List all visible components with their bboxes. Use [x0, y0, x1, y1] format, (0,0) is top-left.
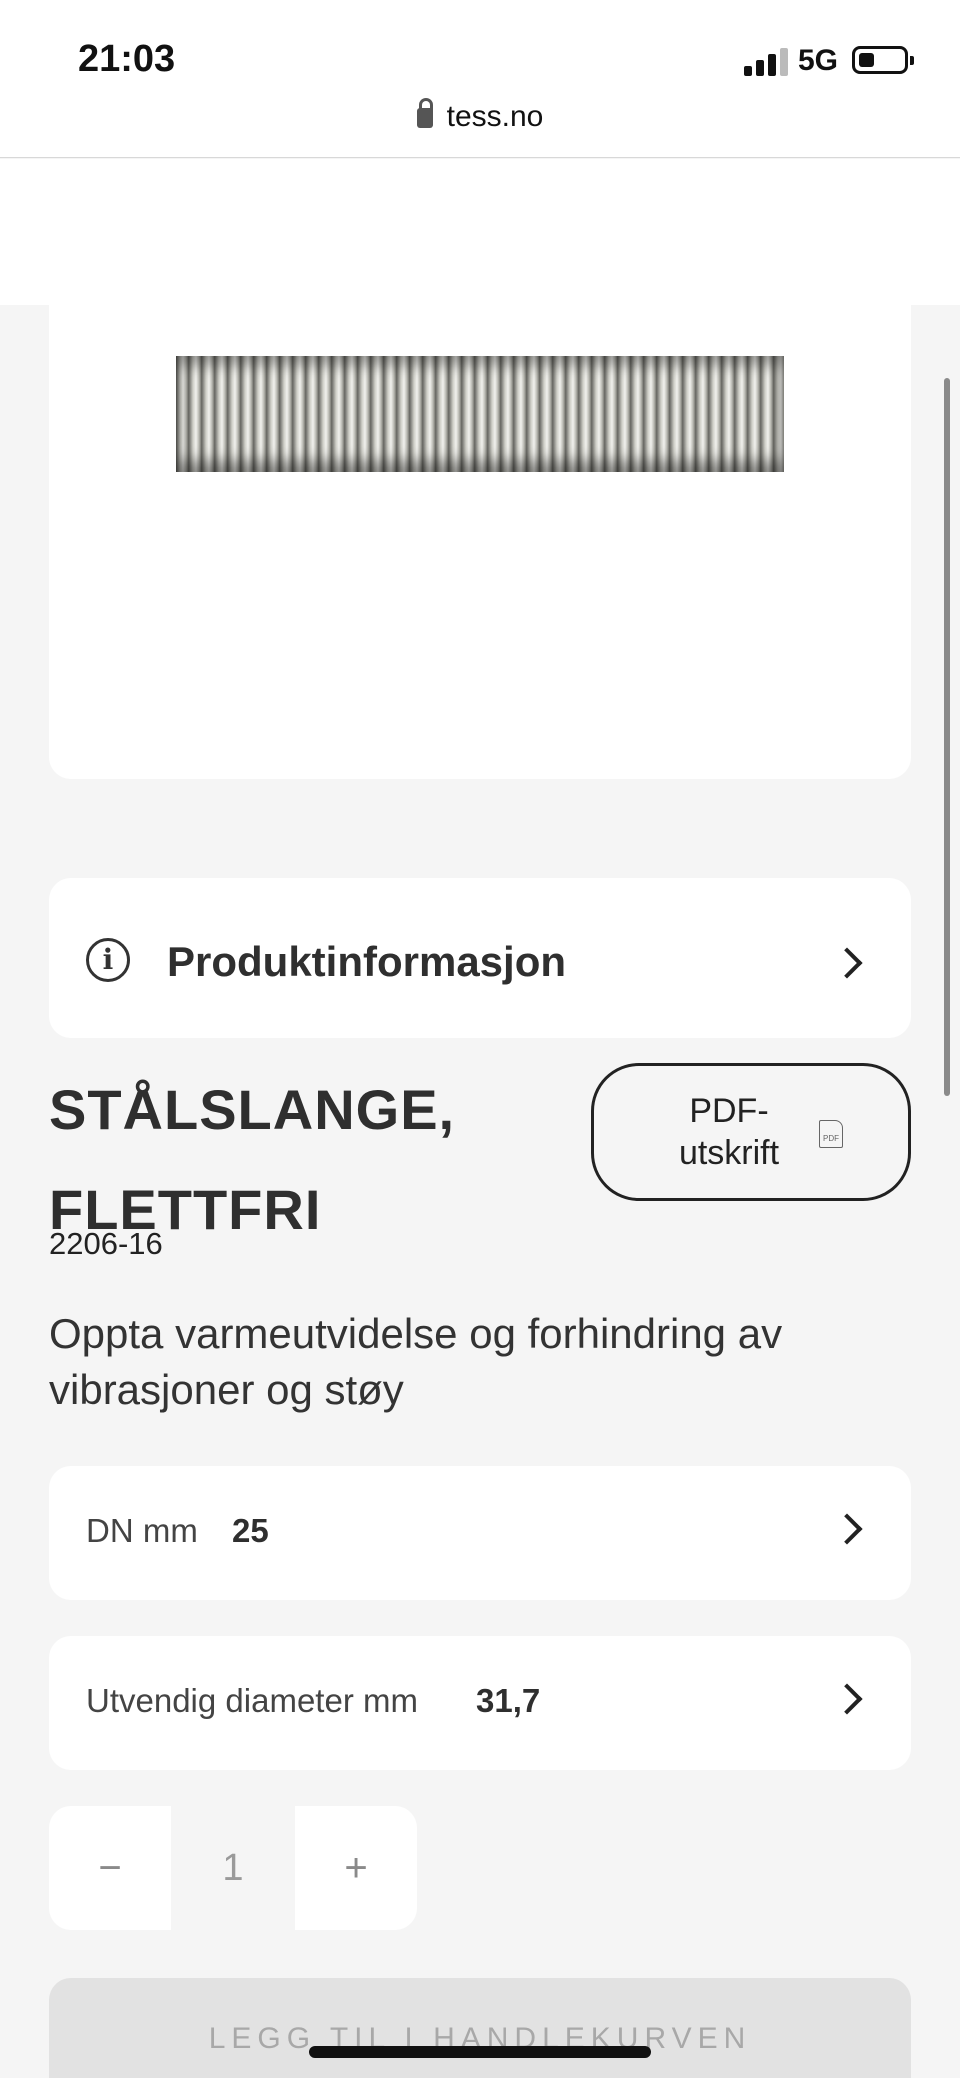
pdf-print-label: PDF- utskrift [678, 1092, 780, 1172]
pdf-file-icon: PDF [819, 1120, 843, 1148]
lock-icon [416, 98, 433, 128]
option-value: 31,7 [476, 1682, 541, 1719]
decrease-quantity-button[interactable]: − [49, 1806, 171, 1930]
product-description: Oppta varmeutvidelse og forhindring av v… [49, 1310, 783, 1413]
quantity-stepper: − 1 + [49, 1806, 419, 1930]
header-spacer [0, 159, 960, 305]
product-sku: 2206-16 [49, 1226, 163, 1261]
address-bar[interactable]: tess.no [0, 98, 960, 134]
battery-icon [852, 46, 914, 74]
option-value: 25 [232, 1512, 269, 1549]
network-type: 5G [798, 44, 839, 77]
status-time: 21:03 [78, 38, 176, 80]
increase-quantity-button[interactable]: + [295, 1806, 417, 1930]
page-scrollbar[interactable] [944, 378, 950, 1096]
cellular-signal-icon [744, 46, 788, 76]
info-icon: i [86, 938, 130, 982]
url-text: tess.no [446, 100, 544, 133]
product-info-label: Produktinformasjon [167, 938, 567, 985]
product-image[interactable] [176, 356, 784, 472]
option-label: Utvendig diameter mm [86, 1682, 418, 1719]
option-label: DN mm [86, 1512, 198, 1549]
status-bar: 21:03 5G tess.no [0, 0, 960, 158]
home-indicator[interactable] [309, 2046, 651, 2058]
quantity-value[interactable]: 1 [171, 1806, 295, 1930]
